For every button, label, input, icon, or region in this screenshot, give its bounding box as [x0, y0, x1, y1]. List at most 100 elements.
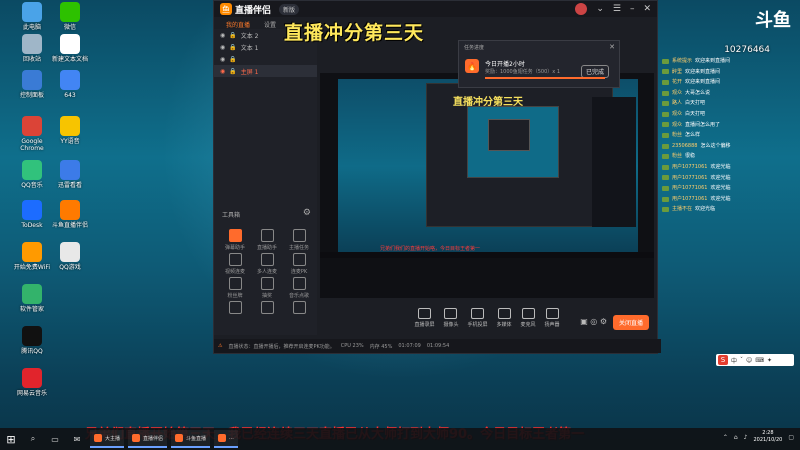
scene-label: 文本 1 [240, 44, 259, 52]
desktop-icon[interactable]: QQ音乐 [12, 160, 52, 189]
chevron-down-icon[interactable]: ⌄ [596, 4, 604, 14]
sogou-icon[interactable]: S [718, 355, 728, 365]
close-icon[interactable]: ✕ [643, 4, 651, 14]
ime-item[interactable]: ☺ [746, 357, 752, 364]
chat-user[interactable]: 用户10771061 [672, 183, 707, 194]
chat-user[interactable]: 23506888 [672, 141, 697, 152]
chat-user[interactable]: 花开 [672, 77, 682, 88]
tool-item[interactable]: 多人连麦 [252, 253, 282, 275]
windows-start-icon[interactable]: ⊞ [0, 428, 22, 450]
tool-item[interactable]: 抽奖 [252, 277, 282, 299]
chat-user[interactable]: 用户10771061 [672, 173, 707, 184]
ime-item[interactable]: ˇ [740, 357, 743, 364]
tab-my-live[interactable]: 我的直播 [226, 20, 250, 29]
source-button[interactable]: 手机投屏 [467, 308, 488, 328]
source-button[interactable]: 麦克风 [521, 308, 536, 328]
ime-item[interactable]: ⌨ [755, 357, 764, 364]
scene-item[interactable]: ◉ 🔒 [214, 53, 317, 65]
wechat-icon[interactable]: ✉ [69, 431, 85, 447]
stream-preview[interactable]: 直播冲分第三天 兄弟们我们的直播开始咯，今日目标王者第一 [320, 73, 654, 298]
menu-icon[interactable]: ☰ [613, 4, 621, 14]
volume-icon[interactable]: ♪ [744, 434, 748, 441]
task-popup: 任务进度 ✕ 🔥 今日开播2小时 奖励：1000鱼翅任务（500）x 1 已完成 [458, 40, 620, 88]
gear-icon[interactable]: ⚙ [303, 208, 311, 218]
tool-item[interactable]: 连麦PK [284, 253, 314, 275]
source-button[interactable]: 多媒体 [497, 308, 512, 328]
chat-user[interactable]: 粉丝 [672, 130, 682, 141]
lock-icon[interactable]: 🔒 [229, 56, 236, 63]
eye-icon[interactable]: ◉ [220, 44, 225, 51]
taskbar-app[interactable]: 斗鱼直播 [171, 430, 211, 448]
source-button[interactable]: 扬声器 [545, 308, 560, 328]
chat-user[interactable]: 用户10771061 [672, 162, 707, 173]
chat-user[interactable]: 醉里 [672, 67, 682, 78]
desktop-icon[interactable]: 开始免费WiFi [12, 242, 52, 271]
tool-item[interactable]: 主播任务 [284, 229, 314, 251]
tool-item[interactable]: 音乐点歌 [284, 277, 314, 299]
minimize-icon[interactable]: – [630, 4, 635, 14]
desktop-icon[interactable]: 此电脑 [12, 2, 52, 31]
camera-icon[interactable]: ▣ ◎ ⚙ [580, 317, 607, 326]
lock-icon[interactable]: 🔒 [229, 32, 236, 39]
tab-settings[interactable]: 设置 [264, 20, 276, 29]
desktop-icon-label: 开始免费WiFi [13, 264, 51, 271]
desktop-icon[interactable]: 斗鱼直播伴侣 [50, 200, 90, 229]
scene-item-selected[interactable]: ◉ 🔒 主屏 1 [214, 65, 317, 77]
ime-mode[interactable]: 中 [731, 356, 737, 365]
eye-icon[interactable]: ◉ [220, 56, 225, 63]
tool-item[interactable]: 弹幕助手 [220, 229, 250, 251]
notification-icon[interactable]: ▢ [788, 434, 794, 441]
taskbar-app[interactable]: 大主播 [90, 430, 125, 448]
desktop-icon[interactable]: YY语音 [50, 116, 90, 145]
lock-icon[interactable]: 🔒 [229, 68, 236, 75]
lock-icon[interactable]: 🔒 [229, 44, 236, 51]
tool-item[interactable]: 视频连麦 [220, 253, 250, 275]
desktop-icon-label: 微信 [63, 24, 76, 31]
tool-item[interactable] [284, 301, 314, 316]
stop-live-button[interactable]: 关闭直播 [612, 315, 649, 330]
chat-user[interactable]: 观众 [672, 88, 682, 99]
tool-item[interactable] [220, 301, 250, 316]
chat-user[interactable]: 用户10771061 [672, 194, 707, 205]
desktop-icon[interactable]: 新建文本文档 [50, 34, 90, 63]
desktop-icon[interactable]: 迅雷看看 [50, 160, 90, 189]
avatar[interactable] [575, 3, 588, 15]
eye-icon[interactable]: ◉ [220, 68, 225, 75]
desktop-icon[interactable]: ToDesk [12, 200, 52, 229]
eye-icon[interactable]: ◉ [220, 32, 225, 39]
taskbar-app[interactable]: ... [214, 430, 238, 448]
source-button[interactable]: 摄像头 [443, 308, 458, 328]
task-view-icon[interactable]: ▭ [47, 431, 63, 447]
ime-item[interactable]: ✦ [767, 357, 772, 364]
taskbar-app[interactable]: 直播伴侣 [128, 430, 168, 448]
tool-item[interactable] [252, 301, 282, 316]
version-badge[interactable]: 新版 [279, 3, 300, 15]
chat-user[interactable]: 路人 [672, 98, 682, 109]
search-icon[interactable]: ⌕ [25, 431, 41, 447]
app-logo: 鱼 直播伴侣 [220, 3, 271, 16]
desktop-icon[interactable]: 控制面板 [12, 70, 52, 99]
chat-user[interactable]: 系统提示 [672, 56, 692, 67]
desktop-icon[interactable]: 回收站 [12, 34, 52, 63]
close-icon[interactable]: ✕ [609, 43, 615, 51]
desktop-icon[interactable]: 腾讯QQ [12, 326, 52, 355]
chat-user[interactable]: 观众 [672, 120, 682, 131]
desktop-icon[interactable]: 643 [50, 70, 90, 99]
tool-item[interactable]: 直播助手 [252, 229, 282, 251]
yy-icon [60, 116, 80, 136]
chat-user[interactable]: 粉丝 [672, 151, 682, 162]
tool-icon [228, 229, 242, 242]
clock[interactable]: 2:28 2021/10/20 [754, 430, 783, 444]
desktop-icon[interactable]: 软件管家 [12, 284, 52, 313]
tool-item[interactable]: 粉丝牌 [220, 277, 250, 299]
chat-user[interactable]: 主播不在 [672, 204, 692, 215]
chat-message: 路人 白天打吧 [662, 98, 800, 109]
source-button[interactable]: 直播录屏 [414, 308, 434, 328]
desktop-icon[interactable]: 网易云音乐 [12, 368, 52, 397]
desktop-icon[interactable]: QQ游戏 [50, 242, 90, 271]
desktop-icon[interactable]: Google Chrome [12, 116, 52, 152]
chat-user[interactable]: 观众 [672, 109, 682, 120]
network-icon[interactable]: ⌂ [734, 434, 738, 441]
chevron-up-icon[interactable]: ⌃ [723, 434, 728, 441]
desktop-icon[interactable]: 微信 [50, 2, 90, 31]
